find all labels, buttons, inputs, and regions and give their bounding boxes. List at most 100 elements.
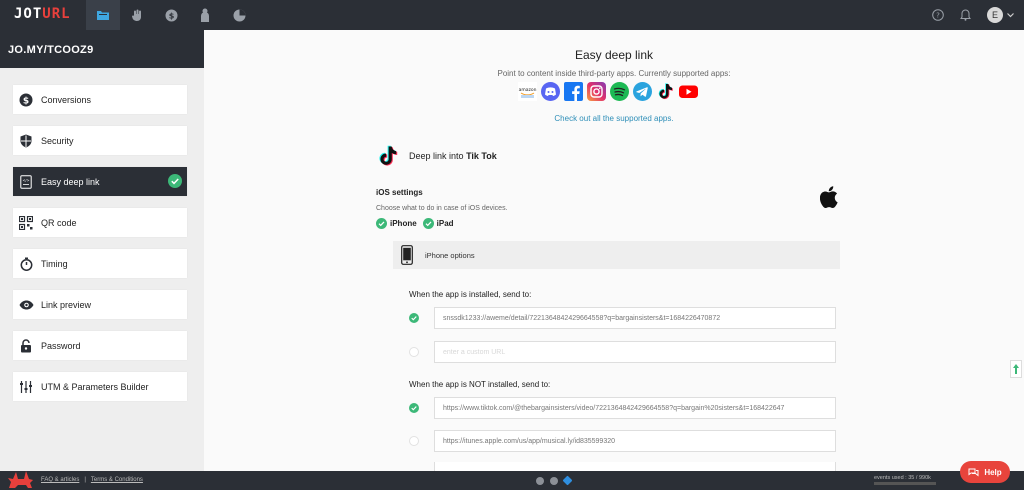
top-nav: $: [86, 0, 256, 30]
not-installed-url-row: https://www.tiktok.com/@thebargainsister…: [409, 397, 836, 419]
faq-link[interactable]: FAQ & articles: [41, 477, 79, 483]
installed-url-field[interactable]: snssdk1233://aweme/detail/72213648424296…: [434, 307, 836, 329]
facebook-icon: [564, 82, 583, 101]
mascot-icon: [6, 467, 34, 490]
arrow-up-icon: [1013, 364, 1019, 374]
link-title: JO.MY/TCOOZ9: [0, 30, 204, 68]
events-usage: events used : 35 / 990k: [874, 475, 931, 481]
top-right-tools: ? E: [932, 0, 1014, 30]
sidebar-item-label: Security: [41, 135, 74, 146]
page-subtitle: Point to content inside third-party apps…: [497, 69, 731, 78]
dollar-icon: $: [18, 92, 34, 108]
app-logo[interactable]: JOTURL: [14, 6, 71, 22]
store-url-radio[interactable]: [409, 436, 419, 446]
sidebar-item-qr-code[interactable]: QR code: [13, 208, 187, 237]
sidebar-item-link-preview[interactable]: Link preview: [13, 290, 187, 319]
check-circle-icon: [376, 218, 387, 229]
page-dot[interactable]: [536, 477, 544, 485]
youtube-icon: [679, 82, 698, 101]
sidebar-item-label: Conversions: [41, 94, 92, 105]
svg-text:amazon: amazon: [519, 88, 537, 93]
sidebar-item-label: UTM & Parameters Builder: [41, 381, 149, 392]
sidebar-item-conversions[interactable]: $ Conversions: [13, 85, 187, 114]
sidebar-item-timing[interactable]: Timing: [13, 249, 187, 278]
hand-icon: [132, 9, 141, 21]
sidebar-item-security[interactable]: Security: [13, 126, 187, 155]
scroll-up-button[interactable]: [1010, 360, 1022, 378]
eye-icon: [18, 297, 34, 313]
sidebar-item-label: Timing: [41, 258, 68, 269]
iphone-toggle[interactable]: iPhone: [376, 218, 417, 229]
nav-links[interactable]: [86, 0, 120, 30]
supported-apps-link[interactable]: Check out all the supported apps.: [204, 114, 1024, 123]
check-circle-icon[interactable]: [409, 313, 419, 323]
terms-link[interactable]: Terms & Conditions: [91, 477, 143, 483]
chat-icon: [968, 468, 979, 477]
nav-billing[interactable]: $: [154, 0, 188, 30]
sidebar-menu: $ Conversions Security </> Easy deep lin…: [13, 85, 187, 413]
smartphone-icon: [401, 245, 413, 265]
person-icon: [201, 8, 209, 22]
tiktok-icon: [379, 145, 398, 166]
page-dot[interactable]: [550, 477, 558, 485]
installed-url-row: snssdk1233://aweme/detail/72213648424296…: [409, 307, 836, 329]
help-circle-icon[interactable]: ?: [932, 9, 944, 21]
sliders-icon: [18, 379, 34, 395]
ios-settings-title: iOS settings: [376, 188, 423, 197]
iphone-options-header[interactable]: iPhone options: [393, 241, 840, 269]
telegram-icon: [633, 82, 652, 101]
installed-label: When the app is installed, send to:: [409, 290, 532, 299]
nav-users[interactable]: [188, 0, 222, 30]
check-circle-icon[interactable]: [409, 403, 419, 413]
not-installed-url-field[interactable]: https://www.tiktok.com/@thebargainsister…: [434, 397, 836, 419]
footer-links: FAQ & articles | Terms & Conditions: [41, 477, 143, 483]
nav-stats[interactable]: [222, 0, 256, 30]
bell-icon[interactable]: [960, 9, 971, 21]
folder-icon: [97, 11, 109, 20]
deeplink-title: Deep link into Tik Tok: [409, 151, 497, 161]
custom-url-radio[interactable]: [409, 347, 419, 357]
iphone-options-label: iPhone options: [425, 250, 475, 260]
tiktok-icon: [656, 82, 675, 101]
sidebar-item-label: Password: [41, 340, 81, 351]
next-url-field[interactable]: [434, 462, 836, 471]
svg-text:</>: </>: [22, 178, 29, 182]
stopwatch-icon: [18, 256, 34, 272]
custom-url-field[interactable]: enter a custom URL: [434, 341, 836, 363]
user-menu[interactable]: E: [987, 7, 1014, 23]
ipad-toggle[interactable]: iPad: [422, 218, 454, 229]
shield-icon: [18, 133, 34, 149]
footer-separator: |: [84, 477, 86, 483]
chevron-down-icon: [1007, 12, 1014, 17]
sidebar-item-password[interactable]: Password: [13, 331, 187, 360]
page-dot-active[interactable]: [562, 475, 573, 486]
pie-chart-icon: [233, 9, 245, 21]
apple-icon: [819, 186, 838, 213]
deeplink-header: Deep link into Tik Tok: [376, 144, 497, 168]
svg-text:$: $: [168, 11, 174, 20]
help-button[interactable]: Help: [960, 461, 1010, 483]
store-url-field[interactable]: https://itunes.apple.com/us/app/musical.…: [434, 430, 836, 452]
spotify-icon: [610, 82, 629, 101]
supported-apps: amazon: [518, 82, 698, 101]
avatar: E: [987, 7, 1003, 23]
coin-icon: $: [165, 9, 177, 21]
ios-settings-desc: Choose what to do in case of iOS devices…: [376, 205, 508, 212]
sidebar-item-easy-deep-link[interactable]: </> Easy deep link: [13, 167, 187, 196]
sidebar: JO.MY/TCOOZ9 $ Conversions Security </> …: [0, 30, 204, 471]
sidebar-item-utm-builder[interactable]: UTM & Parameters Builder: [13, 372, 187, 401]
check-circle-icon: [422, 218, 434, 229]
store-url-row: https://itunes.apple.com/us/app/musical.…: [409, 430, 836, 452]
check-circle-icon: [168, 174, 182, 190]
amazon-icon: amazon: [518, 82, 537, 101]
not-installed-label: When the app is NOT installed, send to:: [409, 380, 551, 389]
svg-text:?: ?: [936, 12, 940, 20]
top-bar: JOTURL $ ? E: [0, 0, 1024, 30]
lock-icon: [18, 338, 34, 354]
custom-url-row: enter a custom URL: [409, 341, 836, 363]
page-dots: [536, 475, 573, 486]
events-usage-bar: [874, 482, 936, 485]
svg-text:$: $: [23, 96, 29, 106]
ios-devices: iPhone iPad: [376, 218, 454, 229]
nav-campaigns[interactable]: [120, 0, 154, 30]
